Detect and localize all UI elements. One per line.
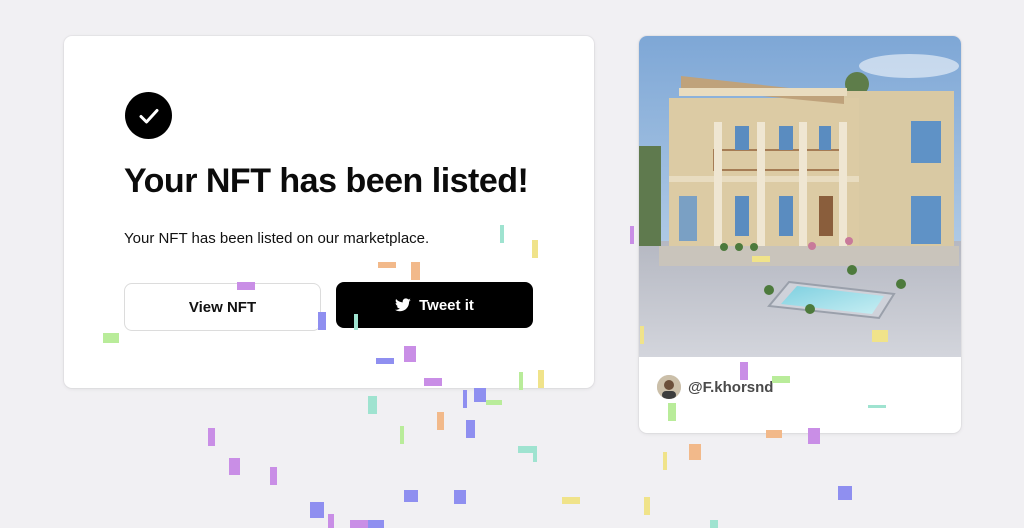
listing-success-card: Your NFT has been listed! Your NFT has b… — [64, 36, 594, 388]
owner-handle[interactable]: @F.khorsnd — [688, 379, 773, 396]
view-nft-button[interactable]: View NFT — [124, 283, 321, 331]
owner-info[interactable]: @F.khorsnd — [657, 375, 773, 399]
twitter-bird-icon — [395, 298, 411, 312]
tweet-it-button[interactable]: Tweet it — [336, 282, 533, 328]
nft-preview-card[interactable]: @F.khorsnd — [639, 36, 961, 433]
nft-image[interactable] — [639, 36, 961, 357]
view-nft-label: View NFT — [188, 298, 257, 316]
tweet-it-label: Tweet it — [419, 296, 474, 314]
check-icon — [125, 92, 172, 139]
success-title: Your NFT has been listed! — [124, 162, 529, 200]
owner-avatar[interactable] — [657, 375, 681, 399]
success-subtitle: Your NFT has been listed on our marketpl… — [124, 230, 430, 247]
